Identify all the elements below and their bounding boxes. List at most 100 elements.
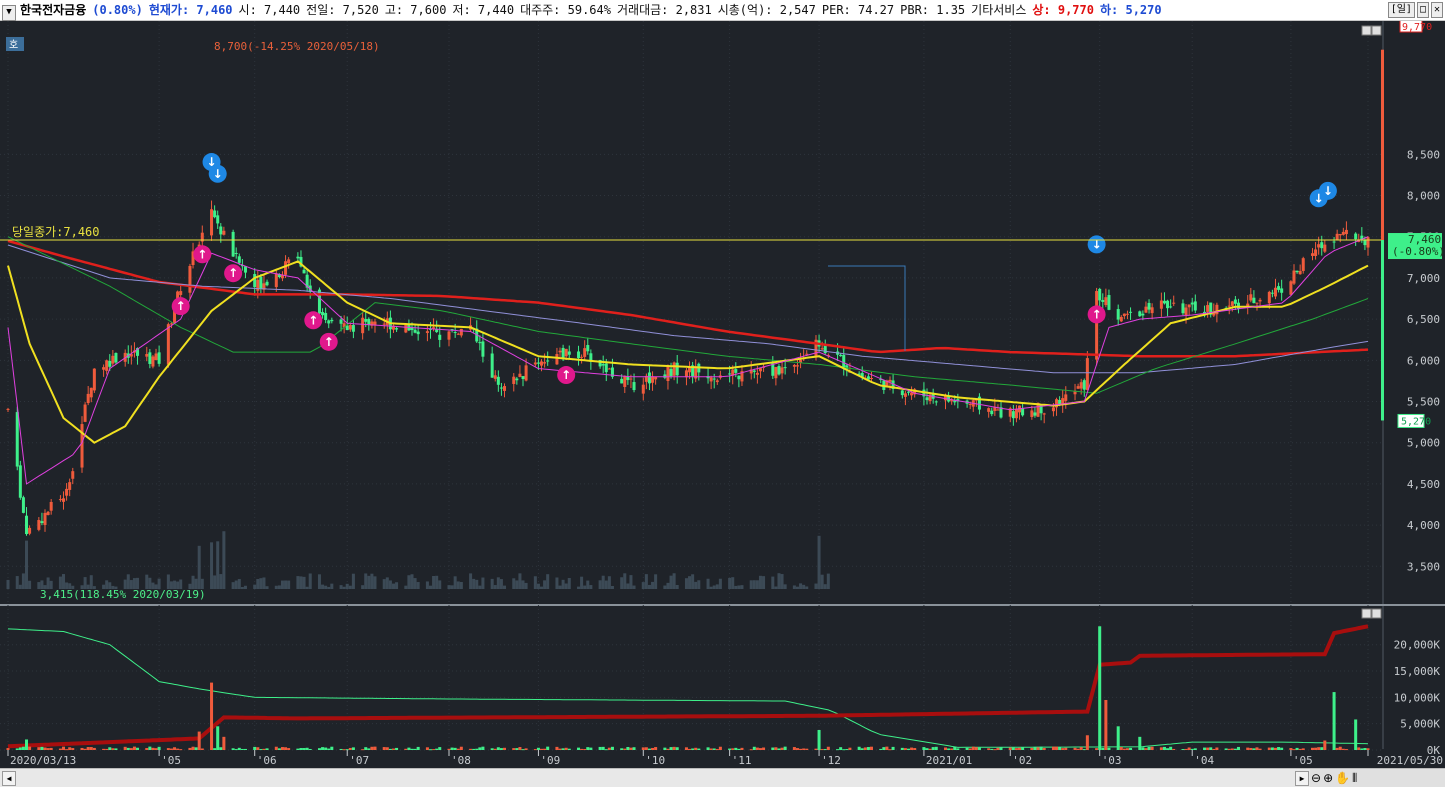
vpanel-max-icon[interactable] [1361, 608, 1372, 619]
price-panel-volume-bar [317, 574, 321, 589]
candle-body [404, 324, 408, 333]
price-panel-volume-bar [758, 575, 762, 589]
candle-body [626, 376, 630, 381]
candle-body [632, 382, 636, 391]
volume-bar [1289, 748, 1293, 750]
candle-body [1095, 291, 1099, 360]
volume-bar [1051, 746, 1055, 750]
volume-bar [166, 748, 170, 750]
volume-bar [1187, 747, 1191, 750]
volume-bar [1209, 747, 1213, 750]
volume-bar [1193, 748, 1197, 750]
volume-bar [111, 748, 115, 750]
candle-body [80, 424, 84, 468]
volume-bar [675, 747, 679, 750]
x-label: '08 [451, 754, 471, 767]
zoom-out-icon[interactable]: ⊖ [1311, 771, 1321, 785]
volume-bar [740, 747, 744, 750]
stock-chart[interactable]: ↑↑↑↑↑↑↑↓↓↓↓↓ 8,5008,0007,5007,0006,5006,… [0, 21, 1445, 768]
zoom-in-icon[interactable]: ⊕ [1323, 771, 1333, 785]
volume-bar [561, 748, 565, 750]
volume-bar [108, 747, 112, 750]
volume-bar [737, 748, 741, 750]
candle-body [71, 471, 75, 479]
candle-body [1317, 244, 1321, 248]
volume-bar [684, 747, 688, 750]
volume-bar [169, 748, 173, 750]
volume-bar [817, 729, 821, 750]
candle-body [601, 364, 605, 366]
bars-icon[interactable]: ⫴ [1352, 771, 1357, 785]
volume-bar [296, 748, 300, 750]
price-panel-volume-bar [265, 586, 269, 589]
price-panel-volume-bar [145, 574, 149, 589]
volume-bar [145, 748, 149, 750]
candle-body [361, 317, 365, 334]
candle-body [795, 365, 799, 367]
maximize-icon[interactable]: □ [1416, 2, 1429, 18]
candle-body [1366, 237, 1370, 248]
volume-bar [999, 747, 1003, 750]
candle-body [996, 409, 1000, 411]
panel-close-icon[interactable] [1371, 25, 1382, 36]
pbr-value: PBR: 1.35 [900, 3, 966, 17]
candle-body [213, 210, 217, 218]
lower-price-text: 5,270 [1401, 416, 1431, 427]
volume-bar [1249, 747, 1253, 750]
candle-body [6, 408, 10, 410]
vpanel-close-icon[interactable] [1371, 608, 1382, 619]
volume-bar [1332, 692, 1336, 750]
volume-bar [391, 748, 395, 750]
price-panel-volume-bar [459, 582, 463, 589]
volume-bar [472, 748, 476, 750]
x-label: 2021/05/30 [1377, 754, 1443, 767]
scroll-right-icon[interactable]: ▶ [1295, 771, 1309, 786]
price-panel-volume-bar [324, 585, 328, 589]
up-arrow-icon: ↑ [1092, 307, 1102, 321]
volume-bar [780, 747, 784, 750]
price-panel-volume-bar [435, 575, 439, 589]
candle-body [1227, 305, 1231, 307]
period-button[interactable]: [일] [1387, 2, 1415, 18]
candle-body [1129, 311, 1133, 313]
candle-body [688, 367, 692, 373]
panel-max-icon[interactable] [1361, 25, 1372, 36]
volume-bar [348, 747, 352, 750]
price-panel-volume-bar [540, 586, 544, 589]
price-panel-volume-bar [222, 531, 226, 589]
volume-bar [518, 747, 522, 750]
candle-body [737, 375, 741, 380]
candle-body [1267, 291, 1271, 304]
volume-bar [469, 748, 473, 750]
hand-icon[interactable]: ✋ [1335, 771, 1350, 785]
volume-bar [910, 747, 914, 750]
y-axis-area [1383, 21, 1445, 768]
horizontal-scrollbar[interactable]: ◀ ▶ ⊖ ⊕ ✋ ⫴ [0, 768, 1445, 787]
candle-body [620, 378, 624, 384]
volume-bar [524, 748, 528, 750]
menu-icon[interactable]: ▼ [2, 5, 16, 21]
close-icon[interactable]: ✕ [1430, 2, 1443, 18]
volume-bar [1335, 747, 1339, 750]
candle-body [265, 281, 269, 286]
volume-bar [783, 746, 787, 750]
candle-body [1172, 302, 1176, 304]
price-panel-volume-bar [626, 583, 630, 589]
candle-body [771, 363, 775, 376]
close-line-label: 당일종가:7,460 [12, 225, 100, 239]
candle-body [558, 350, 562, 353]
volume-bar [755, 747, 759, 750]
price-panel-volume-bar [453, 576, 457, 589]
price-panel-volume-bar [277, 585, 281, 589]
volume-bar [1116, 726, 1120, 750]
candle-body [105, 360, 109, 371]
volume-bar [1098, 626, 1102, 750]
candle-body [154, 353, 158, 361]
volume-bar [934, 746, 938, 750]
volume-bar [762, 747, 766, 750]
price-panel-volume-bar [345, 583, 349, 589]
scroll-left-icon[interactable]: ◀ [2, 771, 16, 786]
x-label: 2021/01 [926, 754, 972, 767]
volume-bar [1073, 747, 1077, 750]
price-panel-volume-bar [709, 586, 713, 589]
